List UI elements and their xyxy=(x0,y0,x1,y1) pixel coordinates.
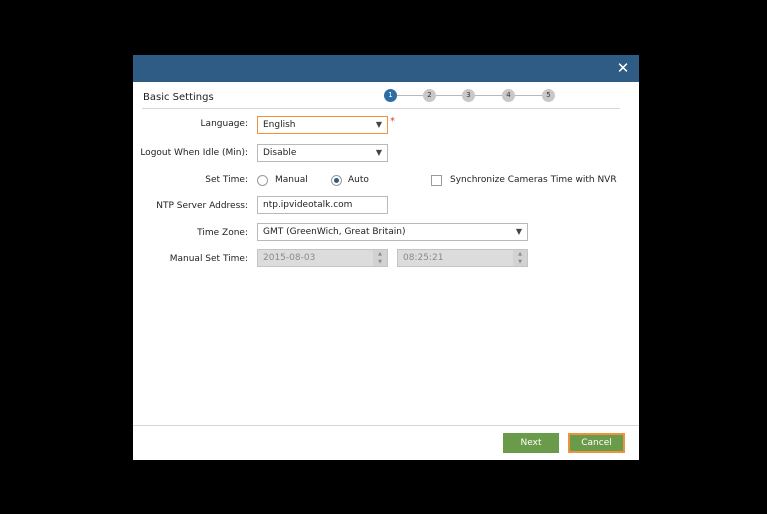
step-connector xyxy=(436,95,462,96)
timezone-select[interactable]: GMT (GreenWich, Great Britain) ▼ xyxy=(257,223,528,241)
manual-time-value: 08:25:21 xyxy=(403,253,444,263)
spin-down-icon[interactable]: ▼ xyxy=(373,258,387,266)
required-mark: * xyxy=(390,116,395,127)
radio-selected-dot xyxy=(334,178,339,183)
timezone-label: Time Zone: xyxy=(197,228,248,238)
manual-radio[interactable] xyxy=(257,175,268,186)
manual-radio-label: Manual xyxy=(275,175,308,185)
time-spinner[interactable]: ▲ ▼ xyxy=(513,250,527,266)
setup-wizard-dialog: ✕ Basic Settings 1 2 3 4 5 Language: Eng… xyxy=(133,55,639,460)
date-spinner[interactable]: ▲ ▼ xyxy=(373,250,387,266)
step-connector xyxy=(515,95,542,96)
ntp-server-input[interactable]: ntp.ipvideotalk.com xyxy=(257,196,388,214)
manual-date-value: 2015-08-03 xyxy=(263,253,316,263)
spin-up-icon[interactable]: ▲ xyxy=(513,250,527,258)
step-5: 5 xyxy=(542,89,555,102)
header-divider xyxy=(142,108,620,109)
spin-up-icon[interactable]: ▲ xyxy=(373,250,387,258)
next-button[interactable]: Next xyxy=(503,433,559,453)
manual-set-time-label: Manual Set Time: xyxy=(169,254,248,264)
step-connector xyxy=(397,95,423,96)
logout-value: Disable xyxy=(263,148,297,158)
section-title: Basic Settings xyxy=(143,92,214,103)
chevron-down-icon[interactable]: ▼ xyxy=(371,145,387,161)
step-3: 3 xyxy=(462,89,475,102)
auto-radio-label: Auto xyxy=(348,175,369,185)
logout-label: Logout When Idle (Min): xyxy=(140,148,248,158)
ntp-label: NTP Server Address: xyxy=(156,201,248,211)
language-select[interactable]: English ▼ xyxy=(257,116,388,134)
step-connector xyxy=(475,95,502,96)
footer-divider xyxy=(133,425,639,426)
timezone-value: GMT (GreenWich, Great Britain) xyxy=(263,227,406,237)
cancel-button[interactable]: Cancel xyxy=(568,433,625,453)
logout-idle-select[interactable]: Disable ▼ xyxy=(257,144,388,162)
dialog-titlebar: ✕ xyxy=(133,55,639,82)
step-4: 4 xyxy=(502,89,515,102)
language-value: English xyxy=(263,120,296,130)
spin-down-icon[interactable]: ▼ xyxy=(513,258,527,266)
close-icon[interactable]: ✕ xyxy=(614,59,632,77)
step-1: 1 xyxy=(384,89,397,102)
manual-time-input[interactable]: 08:25:21 ▲ ▼ xyxy=(397,249,528,267)
sync-cameras-label: Synchronize Cameras Time with NVR xyxy=(450,175,617,185)
sync-cameras-checkbox[interactable] xyxy=(431,175,442,186)
manual-date-input[interactable]: 2015-08-03 ▲ ▼ xyxy=(257,249,388,267)
chevron-down-icon[interactable]: ▼ xyxy=(511,224,527,240)
set-time-label: Set Time: xyxy=(205,175,248,185)
ntp-value: ntp.ipvideotalk.com xyxy=(263,200,353,210)
auto-radio[interactable] xyxy=(331,175,342,186)
language-label: Language: xyxy=(200,119,248,129)
chevron-down-icon[interactable]: ▼ xyxy=(371,117,387,133)
step-2: 2 xyxy=(423,89,436,102)
